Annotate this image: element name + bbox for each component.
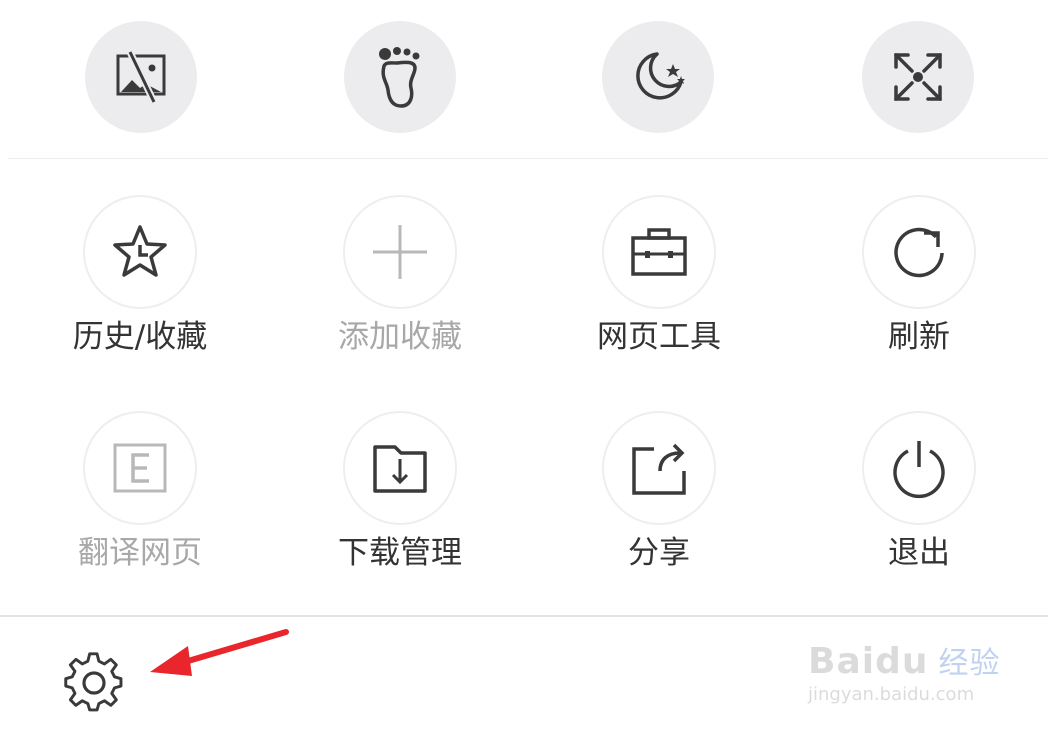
add-favorite-button[interactable]: 添加收藏 (300, 195, 500, 385)
download-manager-label: 下载管理 (338, 535, 462, 571)
add-favorite-label: 添加收藏 (338, 319, 462, 355)
refresh-icon-circle (862, 195, 976, 309)
star-clock-icon (113, 225, 167, 277)
settings-button[interactable] (58, 650, 130, 716)
refresh-label: 刷新 (888, 319, 950, 355)
fullscreen-button[interactable] (862, 21, 974, 133)
download-folder-icon (373, 445, 427, 493)
gear-icon (64, 652, 123, 712)
translate-page-icon-circle (83, 411, 197, 525)
night-mode-button[interactable] (602, 21, 714, 133)
exit-icon-circle (862, 411, 976, 525)
no-image-icon (116, 50, 166, 104)
watermark: Baidu 经验 jingyan.baidu.com (808, 622, 1008, 718)
quick-actions-row (0, 0, 1048, 158)
add-favorite-icon-circle (343, 195, 457, 309)
plus-icon (373, 225, 427, 279)
refresh-button[interactable]: 刷新 (819, 195, 1019, 385)
web-tools-label: 网页工具 (597, 319, 721, 355)
share-label: 分享 (628, 535, 690, 571)
translate-icon (113, 443, 167, 493)
refresh-icon (894, 227, 944, 278)
toolbox-icon (631, 228, 687, 276)
exit-button[interactable]: 退出 (819, 411, 1019, 601)
translate-page-label: 翻译网页 (78, 535, 202, 571)
exit-label: 退出 (888, 535, 950, 571)
history-favorites-icon-circle (83, 195, 197, 309)
divider (8, 158, 1048, 159)
share-button[interactable]: 分享 (559, 411, 759, 601)
web-tools-button[interactable]: 网页工具 (559, 195, 759, 385)
footprint-button[interactable] (344, 21, 456, 133)
translate-page-button[interactable]: 翻译网页 (40, 411, 240, 601)
power-icon (893, 441, 945, 499)
footprint-icon (379, 47, 420, 108)
watermark-brand: Baidu 经验 (808, 641, 1001, 682)
history-favorites-button[interactable]: 历史/收藏 (40, 195, 240, 385)
fullscreen-icon (894, 53, 942, 101)
browser-menu-panel: 历史/收藏 添加收藏 网页工具 刷新 翻译网页 下载管理 分享 退出 Baidu… (0, 0, 1048, 736)
night-mode-icon (636, 52, 685, 100)
share-icon-circle (602, 411, 716, 525)
history-favorites-label: 历史/收藏 (72, 319, 208, 355)
web-tools-icon-circle (602, 195, 716, 309)
no-image-mode-button[interactable] (85, 21, 197, 133)
divider (0, 615, 1048, 617)
annotation-arrow-icon (150, 629, 289, 676)
download-manager-button[interactable]: 下载管理 (300, 411, 500, 601)
share-icon (632, 443, 686, 495)
download-manager-icon-circle (343, 411, 457, 525)
watermark-url: jingyan.baidu.com (808, 684, 975, 705)
